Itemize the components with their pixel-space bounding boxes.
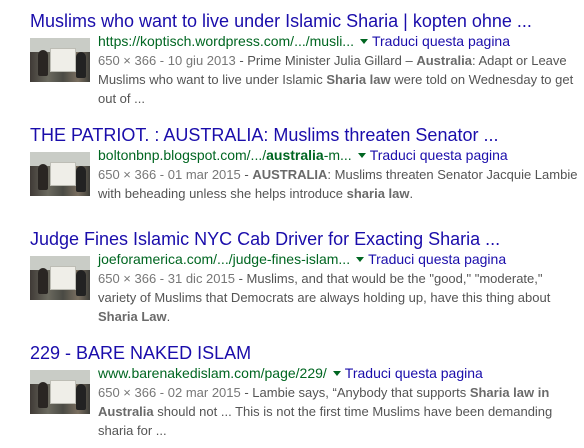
snippet-highlight: Sharia law	[326, 72, 391, 87]
result-snippet: 650 × 366 - 02 mar 2015 - Lambie says, “…	[98, 383, 578, 440]
translate-page-link[interactable]: Traduci questa pagina	[370, 147, 508, 163]
result-thumbnail[interactable]	[30, 152, 90, 196]
snippet-highlight: Sharia Law	[98, 309, 167, 324]
snippet-highlight: sharia law	[346, 186, 410, 201]
result-meta: 650 × 366 - 01 mar 2015	[98, 167, 241, 182]
result-title-link[interactable]: THE PATRIOT. : AUSTRALIA: Muslims threat…	[30, 124, 580, 146]
result-url[interactable]: https://koptisch.wordpress.com/.../musli…	[98, 33, 354, 49]
result-url-line: boltonbnp.blogspot.com/.../australia-m..…	[98, 146, 578, 165]
result-snippet: 650 × 366 - 01 mar 2015 - AUSTRALIA: Mus…	[98, 165, 578, 203]
url-dropdown-caret-icon[interactable]	[359, 39, 368, 45]
result-url[interactable]: joeforamerica.com/.../judge-fines-islam.…	[98, 251, 350, 267]
result-url[interactable]: www.barenakedislam.com/page/229/	[98, 365, 327, 381]
result-url-line: www.barenakedislam.com/page/229/Traduci …	[98, 364, 578, 383]
snippet-text: - Lambie says, “Anybody that supports	[240, 385, 470, 400]
translate-page-link[interactable]: Traduci questa pagina	[372, 33, 510, 49]
url-dropdown-caret-icon[interactable]	[357, 153, 366, 159]
snippet-highlight: Australia	[416, 53, 472, 68]
search-result: 229 - BARE NAKED ISLAM www.barenakedisla…	[30, 342, 580, 442]
result-title-link[interactable]: Muslims who want to live under Islamic S…	[30, 10, 580, 32]
result-thumbnail[interactable]	[30, 256, 90, 300]
result-url[interactable]: boltonbnp.blogspot.com/.../australia-m..…	[98, 147, 352, 163]
snippet-highlight: AUSTRALIA	[252, 167, 328, 182]
result-thumbnail[interactable]	[30, 370, 90, 414]
snippet-text: -	[240, 167, 253, 182]
result-url-line: joeforamerica.com/.../judge-fines-islam.…	[98, 250, 578, 269]
translate-page-link[interactable]: Traduci questa pagina	[345, 365, 483, 381]
url-dropdown-caret-icon[interactable]	[356, 257, 365, 263]
result-thumbnail[interactable]	[30, 38, 90, 82]
result-meta: 650 × 366 - 10 giu 2013	[98, 53, 236, 68]
url-dropdown-caret-icon[interactable]	[332, 371, 341, 377]
result-title-link[interactable]: Judge Fines Islamic NYC Cab Driver for E…	[30, 228, 580, 250]
result-snippet: 650 × 366 - 10 giu 2013 - Prime Minister…	[98, 51, 578, 108]
result-url-line: https://koptisch.wordpress.com/.../musli…	[98, 32, 578, 51]
snippet-text: .	[166, 309, 171, 324]
result-title-link[interactable]: 229 - BARE NAKED ISLAM	[30, 342, 580, 364]
translate-page-link[interactable]: Traduci questa pagina	[368, 251, 506, 267]
search-result: Muslims who want to live under Islamic S…	[30, 10, 580, 110]
result-snippet: 650 × 366 - 31 dic 2015 - Muslims, and t…	[98, 269, 578, 326]
snippet-text: .	[409, 186, 414, 201]
result-meta: 650 × 366 - 02 mar 2015	[98, 385, 241, 400]
search-result: Judge Fines Islamic NYC Cab Driver for E…	[30, 228, 580, 328]
result-meta: 650 × 366 - 31 dic 2015	[98, 271, 235, 286]
snippet-text: should not ... This is not the first tim…	[98, 404, 553, 438]
snippet-text: - Prime Minister Julia Gillard –	[235, 53, 417, 68]
search-result: THE PATRIOT. : AUSTRALIA: Muslims threat…	[30, 124, 580, 224]
